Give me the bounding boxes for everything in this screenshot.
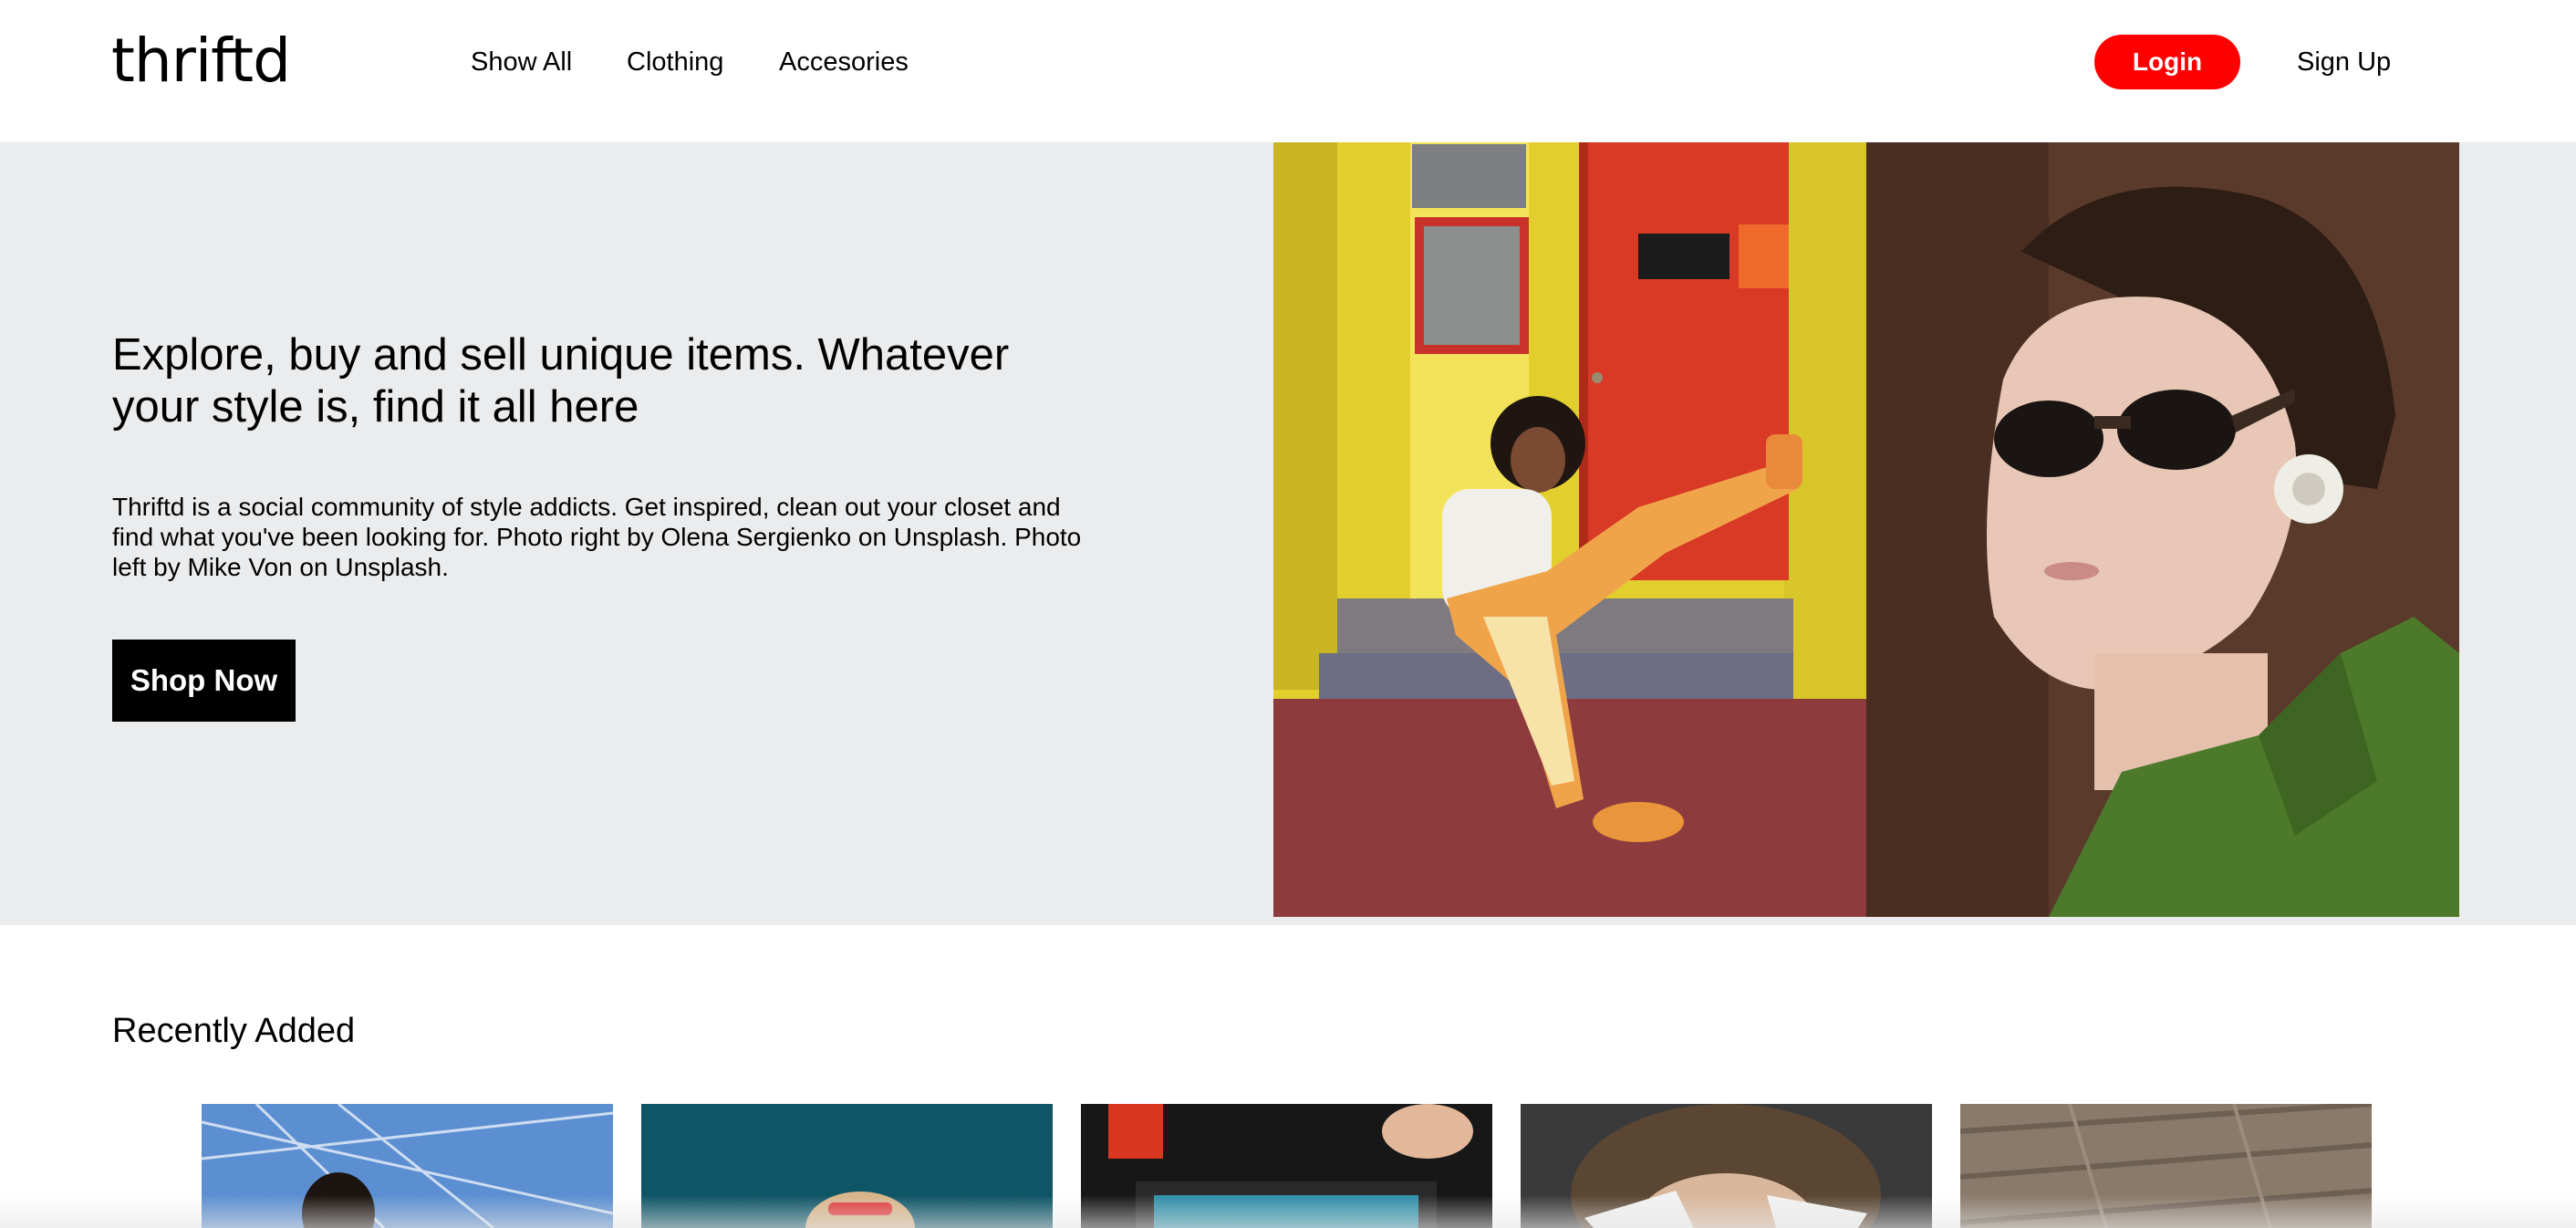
product-card[interactable]	[202, 1104, 613, 1228]
login-button[interactable]: Login	[2094, 35, 2240, 89]
product-image	[202, 1104, 613, 1228]
signup-link[interactable]: Sign Up	[2297, 44, 2391, 80]
site-header: thriftd Show All Clothing Accesories Log…	[0, 0, 2576, 142]
hero-description: Thriftd is a social community of style a…	[112, 493, 1082, 581]
product-card[interactable]	[1960, 1104, 2372, 1228]
product-image	[1081, 1104, 1492, 1228]
product-image	[641, 1104, 1053, 1228]
nav-show-all[interactable]: Show All	[471, 44, 572, 80]
recently-added-title: Recently Added	[112, 1012, 356, 1050]
hero-heading: Explore, buy and sell unique items. What…	[112, 330, 1010, 432]
hero-photo-left	[1273, 142, 1866, 917]
hero-section: Explore, buy and sell unique items. What…	[0, 142, 2576, 925]
product-image	[1960, 1104, 2372, 1228]
product-card[interactable]	[641, 1104, 1053, 1228]
shop-now-button[interactable]: Shop Now	[112, 640, 296, 722]
logo[interactable]: thriftd	[111, 27, 291, 95]
product-card[interactable]	[1521, 1104, 1932, 1228]
nav-clothing[interactable]: Clothing	[627, 44, 723, 80]
product-image	[1521, 1104, 1932, 1228]
nav-accesories[interactable]: Accesories	[779, 44, 909, 80]
product-card[interactable]	[1081, 1104, 1492, 1228]
hero-photo-right	[1866, 142, 2459, 917]
